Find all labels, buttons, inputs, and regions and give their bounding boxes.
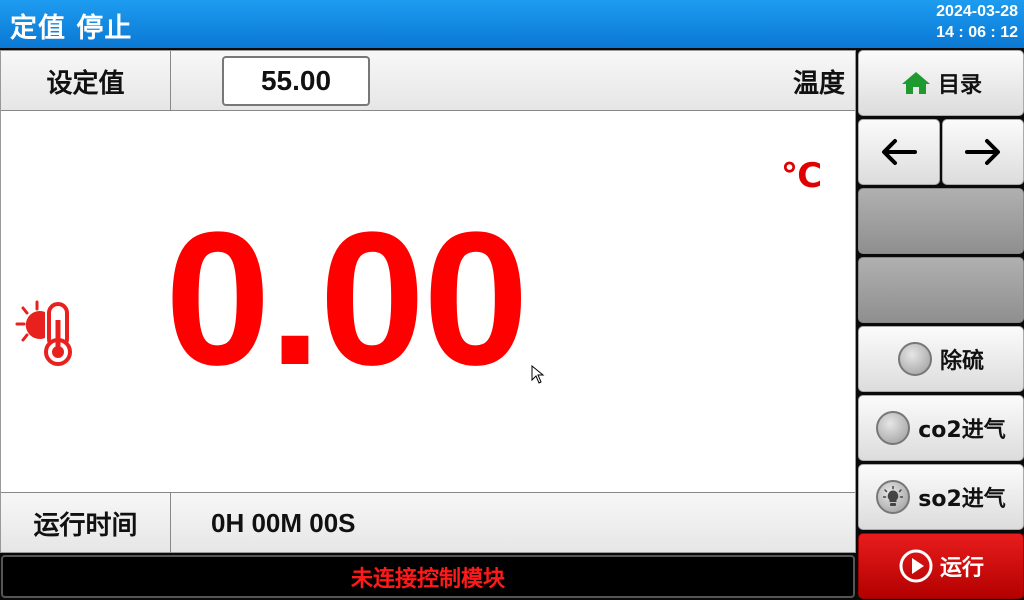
main-panel: 设定值 55.00 温度 0.00 ℃ 运行时间 0H 00M 00S <box>0 50 856 553</box>
next-page-button[interactable] <box>942 119 1024 185</box>
side-panel: 目录 除硫 co2进气 so2进气 运行 <box>858 50 1024 600</box>
arrow-right-icon <box>965 139 1000 165</box>
setpoint-input[interactable]: 55.00 <box>222 56 370 106</box>
setpoint-bar: 设定值 55.00 温度 <box>1 51 855 111</box>
blank-button-1[interactable] <box>858 188 1024 254</box>
co2-intake-button[interactable]: co2进气 <box>858 395 1024 461</box>
prev-page-button[interactable] <box>858 119 940 185</box>
mode-status-title: 定值 停止 <box>10 13 133 44</box>
home-icon <box>901 72 930 94</box>
celsius-unit: ℃ <box>781 156 823 196</box>
so2-indicator-lamp <box>876 480 911 514</box>
lightbulb-icon <box>883 486 904 506</box>
thermometer-sun-icon <box>15 300 72 366</box>
blank-button-2[interactable] <box>858 257 1024 323</box>
runtime-value: 0H 00M 00S <box>211 507 356 538</box>
co2-intake-label: co2进气 <box>918 418 1006 443</box>
so2-intake-button[interactable]: so2进气 <box>858 464 1024 530</box>
runtime-bar: 运行时间 0H 00M 00S <box>1 492 855 553</box>
mouse-cursor-icon <box>531 365 545 384</box>
status-message-bar: 未连接控制模块 <box>1 555 855 598</box>
desulfurize-label: 除硫 <box>939 349 984 374</box>
header-bar: 定值 停止 2024-03-28 14 : 06 : 12 <box>0 0 1024 48</box>
desulfurize-indicator-lamp <box>897 342 932 376</box>
run-button[interactable]: 运行 <box>858 533 1024 599</box>
navigation-arrows <box>858 119 1024 185</box>
menu-button[interactable]: 目录 <box>858 50 1024 116</box>
arrow-left-icon <box>882 139 917 165</box>
runtime-label: 运行时间 <box>1 493 171 553</box>
temperature-display-area: 0.00 ℃ <box>1 112 855 492</box>
play-circle-icon <box>899 549 933 583</box>
date-display: 2024-03-28 <box>936 3 1018 20</box>
setpoint-label: 设定值 <box>1 51 171 111</box>
so2-intake-label: so2进气 <box>918 487 1006 512</box>
current-temperature-value: 0.00 <box>165 193 529 405</box>
run-button-label: 运行 <box>939 556 984 581</box>
menu-button-label: 目录 <box>937 73 982 98</box>
setpoint-parameter-name: 温度 <box>792 68 845 99</box>
desulfurize-button[interactable]: 除硫 <box>858 326 1024 392</box>
time-display: 14 : 06 : 12 <box>936 24 1018 41</box>
co2-indicator-lamp <box>876 411 911 445</box>
